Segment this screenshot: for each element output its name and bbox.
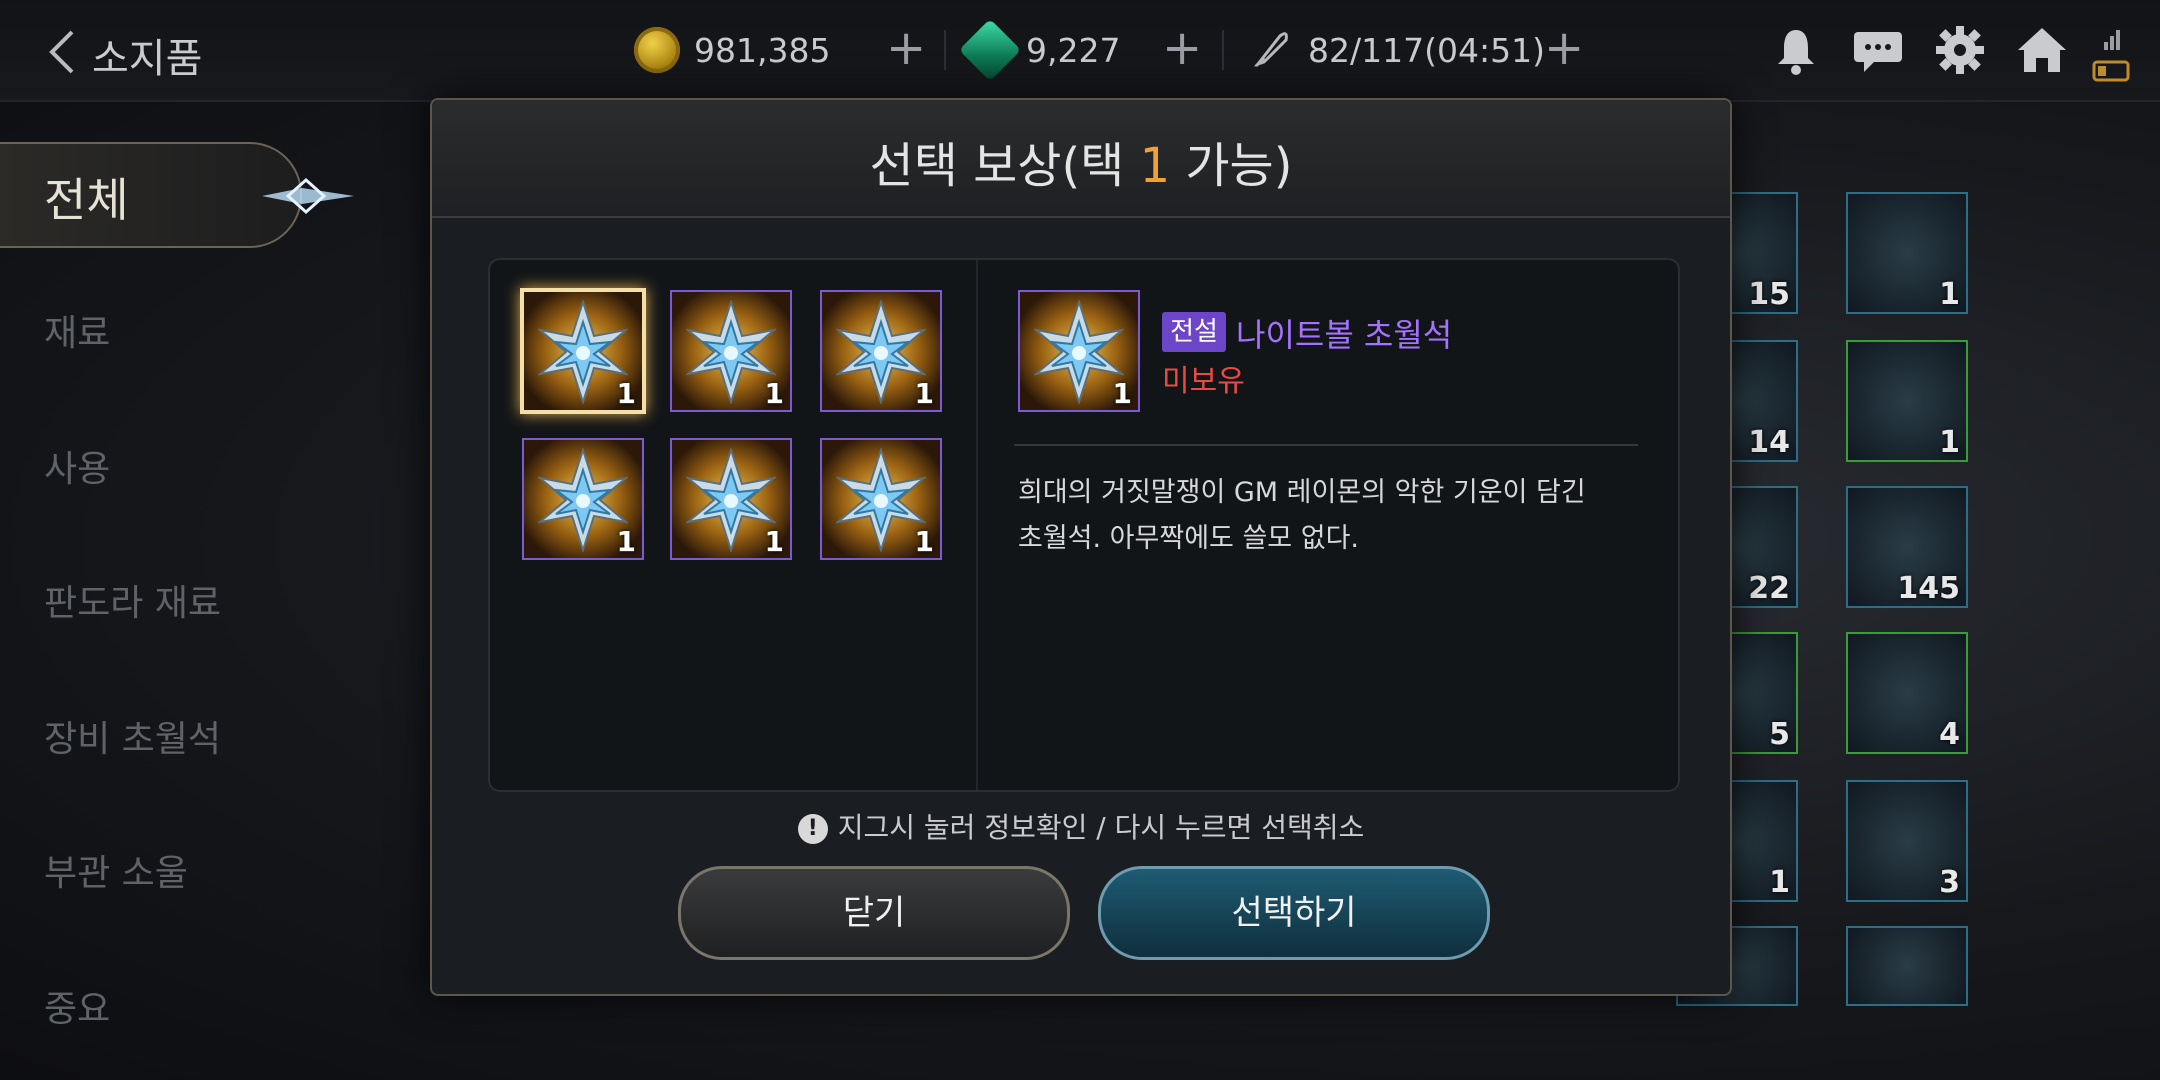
menu-item-all[interactable]: 전체	[0, 142, 354, 248]
signal-battery-icon	[2090, 26, 2134, 86]
reward-select-dialog: 선택 보상(택 1 가능) 1 1 1 1 1 1 1 전설 나이트볼 초월석 …	[430, 98, 1732, 996]
gem-amount: 9,227	[1026, 30, 1121, 70]
chat-bubble-icon[interactable]	[1850, 22, 1906, 82]
star-crystal-icon	[686, 300, 776, 404]
menu-item-pandora-materials[interactable]: 판도라 재료	[44, 574, 221, 626]
stamina-currency: 82/117(04:51)	[1250, 18, 1545, 82]
star-crystal-icon	[1034, 300, 1124, 404]
close-button[interactable]: 닫기	[678, 866, 1070, 960]
reward-item-slot[interactable]: 1	[670, 438, 792, 560]
reward-item-slot[interactable]: 1	[820, 438, 942, 560]
menu-item-materials[interactable]: 재료	[44, 304, 110, 356]
menu-item-consumables[interactable]: 사용	[44, 440, 110, 492]
stamina-amount: 82/117(04:51)	[1308, 30, 1545, 70]
top-bar: 소지품 981,385 + 9,227 + 82/117(04:51) +	[0, 0, 2160, 102]
reward-item-slot-selected[interactable]: 1	[520, 288, 646, 414]
gem-icon	[958, 18, 1022, 82]
reward-item-slot[interactable]: 1	[820, 290, 942, 412]
warning-icon: !	[797, 814, 828, 844]
gold-currency: 981,385	[634, 18, 830, 82]
menu-item-equipment-stones[interactable]: 장비 초월석	[44, 710, 221, 762]
back-chevron-icon[interactable]	[36, 22, 96, 82]
reward-item-slot[interactable]: 1	[670, 290, 792, 412]
grade-badge: 전설	[1162, 312, 1226, 352]
add-stamina-plus-icon[interactable]: +	[1544, 20, 1584, 76]
dialog-title: 선택 보상(택 1 가능)	[869, 138, 1293, 194]
star-crystal-icon	[538, 448, 628, 552]
home-icon[interactable]	[2014, 22, 2070, 82]
inventory-slot[interactable]	[1846, 926, 1968, 1006]
add-gold-plus-icon[interactable]: +	[886, 20, 926, 76]
inventory-slot[interactable]: 1	[1846, 192, 1968, 314]
owned-status: 미보유	[1162, 364, 1245, 399]
menu-item-adjutant-soul[interactable]: 부관 소울	[44, 844, 188, 896]
hint-text: ! 지그시 눌러 정보확인 / 다시 누르면 선택취소	[432, 806, 1730, 846]
dialog-header: 선택 보상(택 1 가능)	[432, 100, 1730, 218]
gear-icon[interactable]	[1932, 22, 1988, 82]
add-gem-plus-icon[interactable]: +	[1162, 20, 1202, 76]
bell-icon[interactable]	[1768, 22, 1824, 82]
gem-currency: 9,227	[958, 18, 1121, 82]
select-button[interactable]: 선택하기	[1098, 866, 1490, 960]
item-name: 나이트볼 초월석	[1236, 316, 1453, 354]
gold-coin-icon	[634, 27, 680, 73]
selection-spark-icon	[262, 177, 354, 215]
inventory-slot[interactable]: 4	[1846, 632, 1968, 754]
star-crystal-icon	[836, 448, 926, 552]
reward-panel: 1 1 1 1 1 1 1 전설 나이트볼 초월석 미보유 희대의 거짓말쟁이 …	[488, 258, 1680, 792]
gold-amount: 981,385	[694, 30, 831, 70]
star-crystal-icon	[836, 300, 926, 404]
stamina-feather-icon	[1250, 26, 1294, 74]
page-title: 소지품	[92, 36, 203, 82]
menu-item-important[interactable]: 중요	[44, 980, 110, 1032]
reward-item-slot[interactable]: 1	[522, 438, 644, 560]
menu-item-all-label: 전체	[44, 173, 129, 227]
detail-item-icon: 1	[1018, 290, 1140, 412]
item-description: 희대의 거짓말쟁이 GM 레이몬의 악한 기운이 담긴 초월석. 아무짝에도 쓸…	[1018, 477, 1586, 554]
inventory-slot[interactable]: 1	[1846, 340, 1968, 462]
star-crystal-icon	[538, 300, 628, 404]
inventory-slot[interactable]: 3	[1846, 780, 1968, 902]
star-crystal-icon	[686, 448, 776, 552]
inventory-slot[interactable]: 145	[1846, 486, 1968, 608]
